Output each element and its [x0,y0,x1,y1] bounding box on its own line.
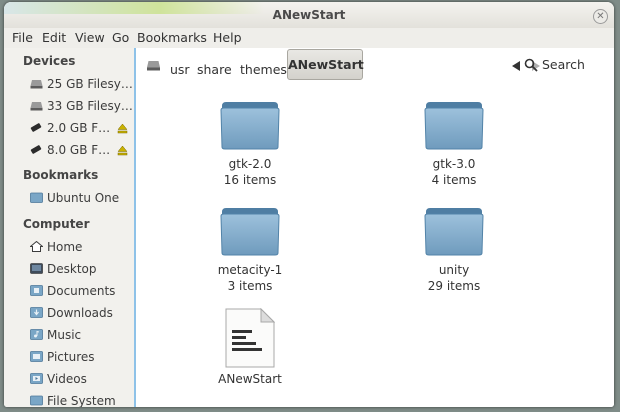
file-name: unity [438,263,470,277]
file-name: gtk-3.0 [432,157,476,171]
breadcrumb-current[interactable]: ANewStart [287,49,364,80]
file-subtitle: 16 items [223,173,277,187]
sidebar-item-label: Pictures [47,350,95,364]
file-name: gtk-2.0 [228,157,272,171]
drive-harddisk-icon [30,80,43,89]
location-toolbar: usr share themes ANewStart Search [136,48,614,82]
sidebar-heading-computer: Computer [23,217,90,231]
sidebar-item-desktop[interactable]: Desktop [28,260,134,280]
sidebar-heading-bookmarks: Bookmarks [23,168,99,182]
folder-item[interactable]: gtk-2.0 16 items [195,100,305,190]
breadcrumb-themes[interactable]: themes [240,62,287,77]
sidebar-item-music[interactable]: Music [28,326,134,346]
breadcrumb-usr[interactable]: usr [170,62,190,77]
sidebar-item-label: 33 GB Filesy… [47,99,133,113]
drive-harddisk-icon[interactable] [146,59,161,71]
music-folder-icon [30,329,43,340]
filesystem-icon [30,395,43,406]
file-name: metacity-1 [217,263,283,277]
sidebar-item-label: 2.0 GB F… [47,121,111,135]
sidebar-heading-devices: Devices [23,54,76,68]
sidebar-item-label: Documents [47,284,116,298]
menu-help[interactable]: Help [213,28,242,48]
sidebar-item-pictures[interactable]: Pictures [28,348,134,368]
file-subtitle: 4 items [431,173,477,187]
sidebar-item-ubuntu-one[interactable]: Ubuntu One [28,189,134,209]
search-button[interactable]: Search [524,56,612,74]
breadcrumb-share[interactable]: share [197,62,232,77]
sidebar-item-label: Videos [47,372,87,386]
window-title: ANewStart [272,8,346,22]
drive-harddisk-icon [30,102,43,111]
sidebar-item-device-2[interactable]: 33 GB Filesy… [28,97,134,117]
folder-item[interactable]: unity 29 items [399,206,509,296]
sidebar-item-label: Music [47,328,82,342]
menu-bookmarks[interactable]: Bookmarks [137,28,207,48]
folder-icon [30,192,43,203]
menu-edit[interactable]: Edit [42,28,66,48]
sidebar-item-device-1[interactable]: 25 GB Filesy… [28,75,134,95]
file-view: gtk-2.0 16 items gtk-3.0 4 items metacit… [136,82,614,407]
folder-item[interactable]: gtk-3.0 4 items [399,100,509,190]
folder-icon [424,208,484,256]
home-icon [30,241,43,252]
file-manager-window: ANewStart ✕ File Edit View Go Bookmarks … [4,2,614,407]
eject-icon[interactable] [117,145,128,156]
sidebar-item-file-system[interactable]: File System [28,392,134,407]
eject-icon[interactable] [117,123,128,134]
folder-icon [424,102,484,150]
sidebar-item-label: Desktop [47,262,97,276]
sidebar-item-label: Ubuntu One [47,191,120,205]
menu-go[interactable]: Go [112,28,129,48]
documents-folder-icon [30,285,43,296]
sidebar-item-device-4[interactable]: 8.0 GB F… [28,141,134,161]
close-button[interactable]: ✕ [593,9,608,24]
file-subtitle: 29 items [427,279,481,293]
downloads-folder-icon [30,307,43,318]
search-icon [524,58,538,72]
file-item[interactable]: ANewStart [195,308,305,398]
sidebar: Devices 25 GB Filesy… 33 GB Filesy… 2.0 … [4,48,134,407]
usb-drive-icon [30,123,42,132]
sidebar-item-label: 8.0 GB F… [47,143,111,157]
folder-icon [220,208,280,256]
title-bar[interactable]: ANewStart ✕ [4,2,614,29]
menu-view[interactable]: View [75,28,105,48]
pictures-folder-icon [30,351,43,362]
sidebar-item-device-3[interactable]: 2.0 GB F… [28,119,134,139]
file-subtitle: 3 items [227,279,273,293]
desktop-icon [30,263,43,274]
sidebar-item-downloads[interactable]: Downloads [28,304,134,324]
search-label: Search [542,57,585,72]
videos-folder-icon [30,373,43,384]
folder-icon [220,102,280,150]
close-icon: ✕ [596,11,605,22]
menu-bar: File Edit View Go Bookmarks Help [4,28,614,48]
file-name: ANewStart [218,372,282,386]
text-file-icon [225,308,275,368]
sidebar-item-home[interactable]: Home [28,238,134,258]
back-arrow-icon[interactable] [510,60,522,72]
sidebar-item-label: 25 GB Filesy… [47,77,133,91]
usb-drive-icon [30,145,42,154]
sidebar-item-videos[interactable]: Videos [28,370,134,390]
sidebar-item-label: Home [47,240,83,254]
sidebar-item-label: File System [47,394,116,407]
menu-file[interactable]: File [12,28,33,48]
folder-item[interactable]: metacity-1 3 items [195,206,305,296]
sidebar-item-documents[interactable]: Documents [28,282,134,302]
sidebar-item-label: Downloads [47,306,113,320]
